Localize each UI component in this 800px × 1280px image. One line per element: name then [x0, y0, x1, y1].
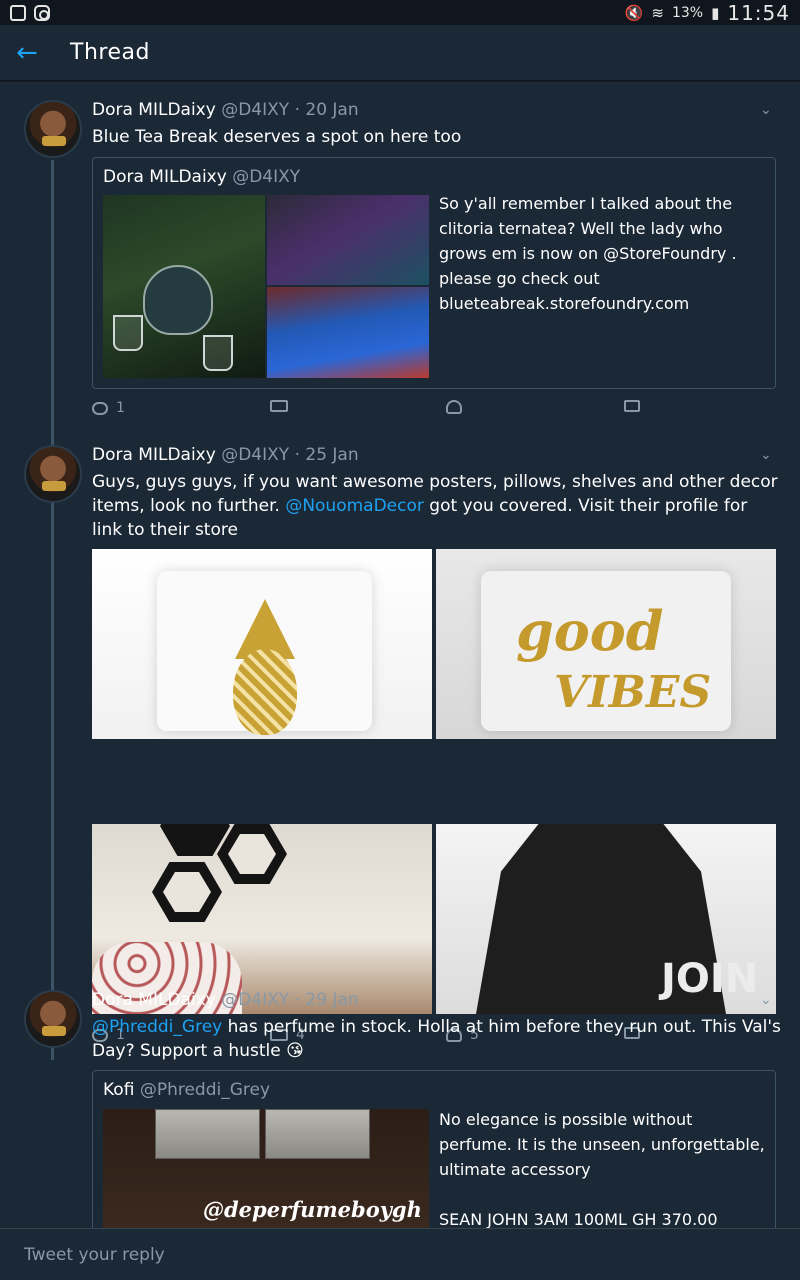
clock: 11:54 [727, 0, 790, 25]
avatar[interactable] [24, 445, 82, 503]
tweet-text: @Phreddi_Grey has perfume in stock. Holl… [92, 1015, 782, 1063]
direct-message-button[interactable] [624, 400, 640, 412]
reply-count: 1 [116, 400, 125, 416]
page-title: Thread [70, 40, 150, 65]
perfume-photo[interactable]: @deperfumeboygh [103, 1109, 429, 1228]
author-handle-date: @D4IXY · 20 Jan [221, 100, 359, 120]
chevron-down-icon[interactable]: ⌄ [760, 447, 772, 463]
back-arrow-icon[interactable]: ← [16, 38, 46, 68]
quoted-tweet-text: So y'all remember I talked about the cli… [439, 194, 737, 313]
chevron-down-icon[interactable]: ⌄ [760, 992, 772, 1008]
retweet-button[interactable] [270, 400, 296, 412]
author-handle-date: @D4IXY · 25 Jan [221, 445, 359, 465]
author-name[interactable]: Dora MILDaixy [92, 445, 216, 465]
purple-tea-photo[interactable] [267, 195, 429, 285]
pineapple-shape [233, 649, 297, 735]
tweet-header: Dora MILDaixy @D4IXY · 29 Jan [92, 990, 359, 1010]
watermark-text: @deperfumeboygh [203, 1197, 422, 1222]
poster-text: JOIN [661, 956, 759, 1002]
status-bar: 🔇 ≋ 13% ▮ 11:54 [0, 0, 800, 25]
quoted-author-handle: @D4IXY [232, 167, 301, 187]
good-text: good [516, 599, 664, 663]
envelope-icon [624, 400, 640, 412]
perfume-box-shape [265, 1109, 370, 1159]
mute-icon: 🔇 [624, 3, 644, 22]
tweet-reply-input[interactable] [0, 1229, 800, 1280]
tweet-actions: 1 [92, 400, 652, 420]
vader-poster-photo[interactable]: JOIN [436, 824, 776, 1014]
author-name[interactable]: Dora MILDaixy [92, 100, 216, 120]
reply-bar [0, 1228, 800, 1280]
reply-icon [92, 401, 108, 415]
perfume-box-shape [155, 1109, 260, 1159]
app-bar: ← Thread [0, 25, 800, 81]
vibes-text: VIBES [554, 667, 712, 718]
hexagon-shelves-photo[interactable] [92, 824, 432, 1014]
tweet-text: Blue Tea Break deserves a spot on here t… [92, 127, 462, 147]
quoted-author-name: Dora MILDaixy [103, 167, 227, 187]
chevron-down-icon[interactable]: ⌄ [760, 102, 772, 118]
mention-link[interactable]: @Phreddi_Grey [92, 1017, 222, 1037]
mention-link[interactable]: @NouomaDecor [285, 496, 424, 516]
good-vibes-pillow-photo[interactable]: good VIBES [436, 549, 776, 739]
blue-tea-photo[interactable] [267, 287, 429, 378]
thread-timeline[interactable]: Dora MILDaixy @D4IXY · 20 Jan ⌄ Blue Tea… [0, 82, 800, 1228]
tweet-text: Guys, guys guys, if you want awesome pos… [92, 470, 782, 542]
quoted-tweet[interactable]: Dora MILDaixy @D4IXY So y'all remember I… [92, 157, 776, 389]
pineapple-pillow-photo[interactable] [92, 549, 432, 739]
avatar[interactable] [24, 990, 82, 1048]
reply-button[interactable]: 1 [92, 400, 125, 416]
like-button[interactable] [446, 400, 470, 414]
tea-set-photo[interactable] [103, 195, 265, 378]
avatar[interactable] [24, 100, 82, 158]
retweet-icon [270, 400, 288, 412]
instagram-notification-icon [34, 4, 50, 21]
wifi-icon: ≋ [651, 3, 664, 22]
glass-cup-shape [203, 335, 233, 371]
teapot-shape [143, 265, 213, 335]
quoted-tweet-text: No elegance is possible without perfume.… [439, 1110, 765, 1228]
quoted-tweet[interactable]: Kofi @Phreddi_Grey @deperfumeboygh No el… [92, 1070, 776, 1228]
thread-connector-line [51, 160, 54, 1060]
author-name[interactable]: Dora MILDaixy [92, 990, 216, 1010]
battery-icon: ▮ [711, 3, 720, 22]
tweet-header: Dora MILDaixy @D4IXY · 25 Jan [92, 445, 359, 465]
quoted-author-handle: @Phreddi_Grey [139, 1080, 271, 1100]
glass-cup-shape [113, 315, 143, 351]
heart-icon [446, 400, 462, 414]
quoted-tweet-header: Dora MILDaixy @D4IXY [103, 167, 300, 187]
tweet-header: Dora MILDaixy @D4IXY · 20 Jan [92, 100, 359, 120]
quoted-tweet-header: Kofi @Phreddi_Grey [103, 1080, 270, 1100]
gallery-notification-icon [10, 4, 26, 21]
author-handle-date: @D4IXY · 29 Jan [221, 990, 359, 1010]
battery-level: 13% [671, 4, 704, 21]
quoted-author-name: Kofi [103, 1080, 135, 1100]
